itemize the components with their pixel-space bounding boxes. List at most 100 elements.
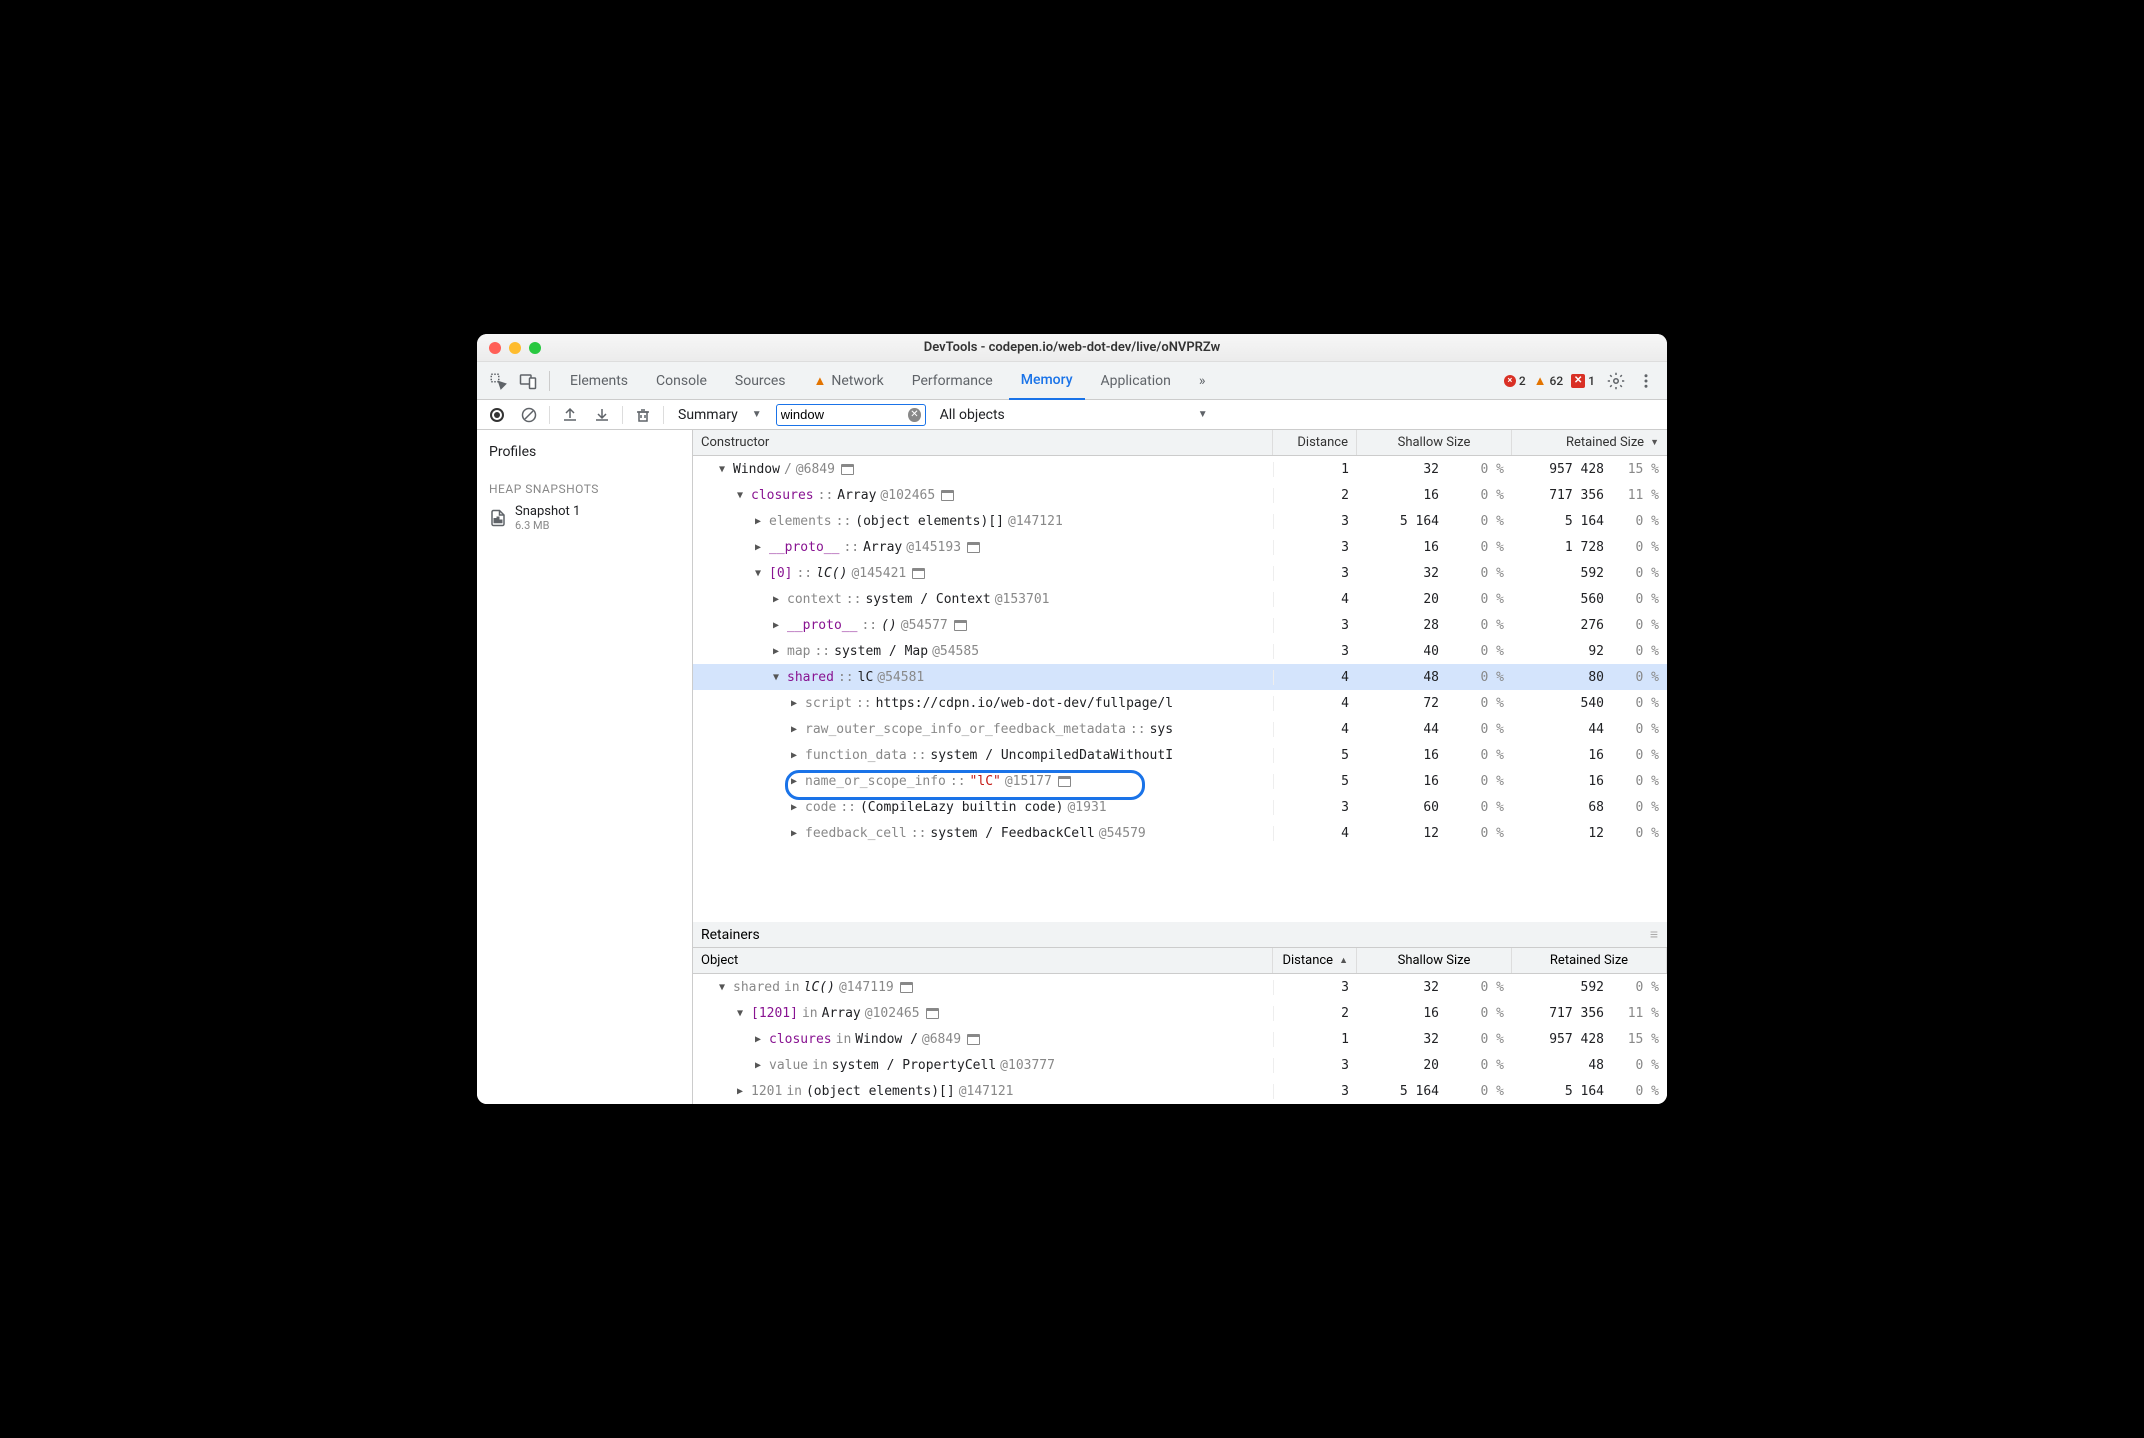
expander-icon[interactable]: ▶ [737, 1086, 747, 1097]
view-mode-dropdown[interactable]: Summary▼ [672, 405, 768, 425]
tree-row[interactable]: ▶raw_outer_scope_info_or_feedback_metada… [693, 716, 1667, 742]
tree-row[interactable]: ▶__proto__ :: Array @1451933160 %1 7280 … [693, 534, 1667, 560]
expander-icon[interactable]: ▶ [755, 1060, 765, 1071]
tree-row[interactable]: ▼[0] :: lC() @1454213320 %5920 % [693, 560, 1667, 586]
expander-icon[interactable]: ▼ [719, 982, 729, 993]
tab-console[interactable]: Console [644, 362, 719, 400]
filter-field[interactable] [781, 407, 905, 422]
tree-row[interactable]: ▼[1201] in Array @1024652160 %717 35611 … [693, 1000, 1667, 1026]
snapshot-name: Snapshot 1 [515, 504, 580, 519]
col-shallow[interactable]: Shallow Size [1357, 430, 1512, 455]
tab-network[interactable]: ▲Network [802, 362, 896, 400]
tree-row[interactable]: ▶value in system / PropertyCell @1037773… [693, 1052, 1667, 1078]
cell-value: 16 [1357, 774, 1447, 789]
tree-row[interactable]: ▶name_or_scope_info :: "lC" @151775160 %… [693, 768, 1667, 794]
expander-icon[interactable]: ▼ [737, 1008, 747, 1019]
expander-icon[interactable]: ▶ [773, 620, 783, 631]
col-shallow[interactable]: Shallow Size [1357, 948, 1512, 973]
cell-value: 0 % [1612, 670, 1667, 685]
cell-value: 16 [1357, 748, 1447, 763]
object-id: @145193 [906, 540, 961, 555]
col-object[interactable]: Object [693, 948, 1273, 973]
cell-value: 32 [1357, 1032, 1447, 1047]
expander-icon[interactable]: ▶ [791, 776, 801, 787]
tree-row[interactable]: ▶feedback_cell :: system / FeedbackCell … [693, 820, 1667, 846]
expander-icon[interactable]: ▼ [755, 568, 765, 579]
tree-row[interactable]: ▼Window / @68491320 %957 42815 % [693, 456, 1667, 482]
col-distance[interactable]: Distance [1273, 430, 1357, 455]
more-icon[interactable] [1633, 368, 1659, 394]
clear-button[interactable] [517, 403, 541, 427]
tree-row[interactable]: ▼closures :: Array @1024652160 %717 3561… [693, 482, 1667, 508]
snapshot-item[interactable]: Snapshot 1 6.3 MB [477, 500, 692, 536]
separator: :: [814, 644, 830, 659]
tree-row[interactable]: ▶closures in Window / @68491320 %957 428… [693, 1026, 1667, 1052]
cell-value: 0 % [1612, 826, 1667, 841]
window-icon [967, 542, 980, 553]
expander-icon[interactable]: ▼ [737, 490, 747, 501]
row-type: lC() [816, 566, 847, 581]
tree-row[interactable]: ▼shared :: lC @545814480 %800 % [693, 664, 1667, 690]
expander-icon[interactable]: ▼ [719, 464, 729, 475]
expander-icon[interactable]: ▶ [773, 594, 783, 605]
tree-row[interactable]: ▶context :: system / Context @1537014200… [693, 586, 1667, 612]
row-type: Array [837, 488, 876, 503]
tree-row[interactable]: ▼shared in lC() @1471193320 %5920 % [693, 974, 1667, 1000]
col-retained[interactable]: Retained Size▼ [1512, 430, 1667, 455]
cell-value: 0 % [1447, 1006, 1512, 1021]
settings-icon[interactable] [1603, 368, 1629, 394]
cell-value: 276 [1512, 618, 1612, 633]
object-id: @1931 [1067, 800, 1106, 815]
tree-row[interactable]: ▶elements :: (object elements)[] @147121… [693, 508, 1667, 534]
expander-icon[interactable]: ▼ [773, 672, 783, 683]
clear-filter-icon[interactable]: ✕ [908, 408, 920, 422]
record-button[interactable] [485, 403, 509, 427]
export-button[interactable] [558, 403, 582, 427]
row-type: (CompileLazy builtin code) [860, 800, 1064, 815]
tree-row[interactable]: ▶code :: (CompileLazy builtin code) @193… [693, 794, 1667, 820]
inspect-icon[interactable] [485, 368, 511, 394]
expander-icon[interactable]: ▶ [791, 698, 801, 709]
tab-application[interactable]: Application [1089, 362, 1183, 400]
device-toolbar-icon[interactable] [515, 368, 541, 394]
import-button[interactable] [590, 403, 614, 427]
issues-chip[interactable]: ✕1 [1571, 374, 1595, 388]
cell-value: 560 [1512, 592, 1612, 607]
col-retained[interactable]: Retained Size [1512, 948, 1667, 973]
gc-button[interactable] [631, 403, 655, 427]
expander-icon[interactable]: ▶ [755, 542, 765, 553]
cell-value: 0 % [1447, 540, 1512, 555]
class-filter-input[interactable]: ✕ [776, 404, 926, 426]
col-constructor[interactable]: Constructor [693, 430, 1273, 455]
expander-icon[interactable]: ▶ [755, 516, 765, 527]
expander-icon[interactable]: ▶ [791, 828, 801, 839]
object-filter-dropdown[interactable]: All objects▼ [934, 405, 1214, 425]
cell-value: 32 [1357, 462, 1447, 477]
tab-memory[interactable]: Memory [1009, 362, 1085, 400]
tabs-overflow[interactable]: » [1187, 362, 1218, 400]
expander-icon[interactable]: ▶ [755, 1034, 765, 1045]
col-distance[interactable]: Distance▲ [1273, 948, 1357, 973]
tree-row[interactable]: ▶__proto__ :: () @545773280 %2760 % [693, 612, 1667, 638]
retainers-tree[interactable]: ▼shared in lC() @1471193320 %5920 %▼[120… [693, 974, 1667, 1104]
tab-performance[interactable]: Performance [900, 362, 1005, 400]
drag-handle-icon[interactable]: ≡ [1650, 926, 1659, 943]
expander-icon[interactable]: ▶ [791, 802, 801, 813]
tab-elements[interactable]: Elements [558, 362, 640, 400]
expander-icon[interactable]: ▶ [791, 750, 801, 761]
tab-sources[interactable]: Sources [723, 362, 798, 400]
expander-icon[interactable]: ▶ [773, 646, 783, 657]
warnings-chip[interactable]: ▲62 [1534, 373, 1564, 389]
errors-chip[interactable]: ×2 [1504, 374, 1526, 388]
tree-row[interactable]: ▶function_data :: system / UncompiledDat… [693, 742, 1667, 768]
window-icon [900, 982, 913, 993]
cell-value: 0 % [1447, 670, 1512, 685]
tree-row[interactable]: ▶map :: system / Map @545853400 %920 % [693, 638, 1667, 664]
expander-icon[interactable]: ▶ [791, 724, 801, 735]
cell-value: 0 % [1447, 618, 1512, 633]
tree-row[interactable]: ▶script :: https://cdpn.io/web-dot-dev/f… [693, 690, 1667, 716]
tree-row[interactable]: ▶1201 in (object elements)[] @14712135 1… [693, 1078, 1667, 1104]
constructor-tree[interactable]: ▼Window / @68491320 %957 42815 %▼closure… [693, 456, 1667, 922]
separator: in [812, 1058, 828, 1073]
cell-value: 16 [1512, 774, 1612, 789]
